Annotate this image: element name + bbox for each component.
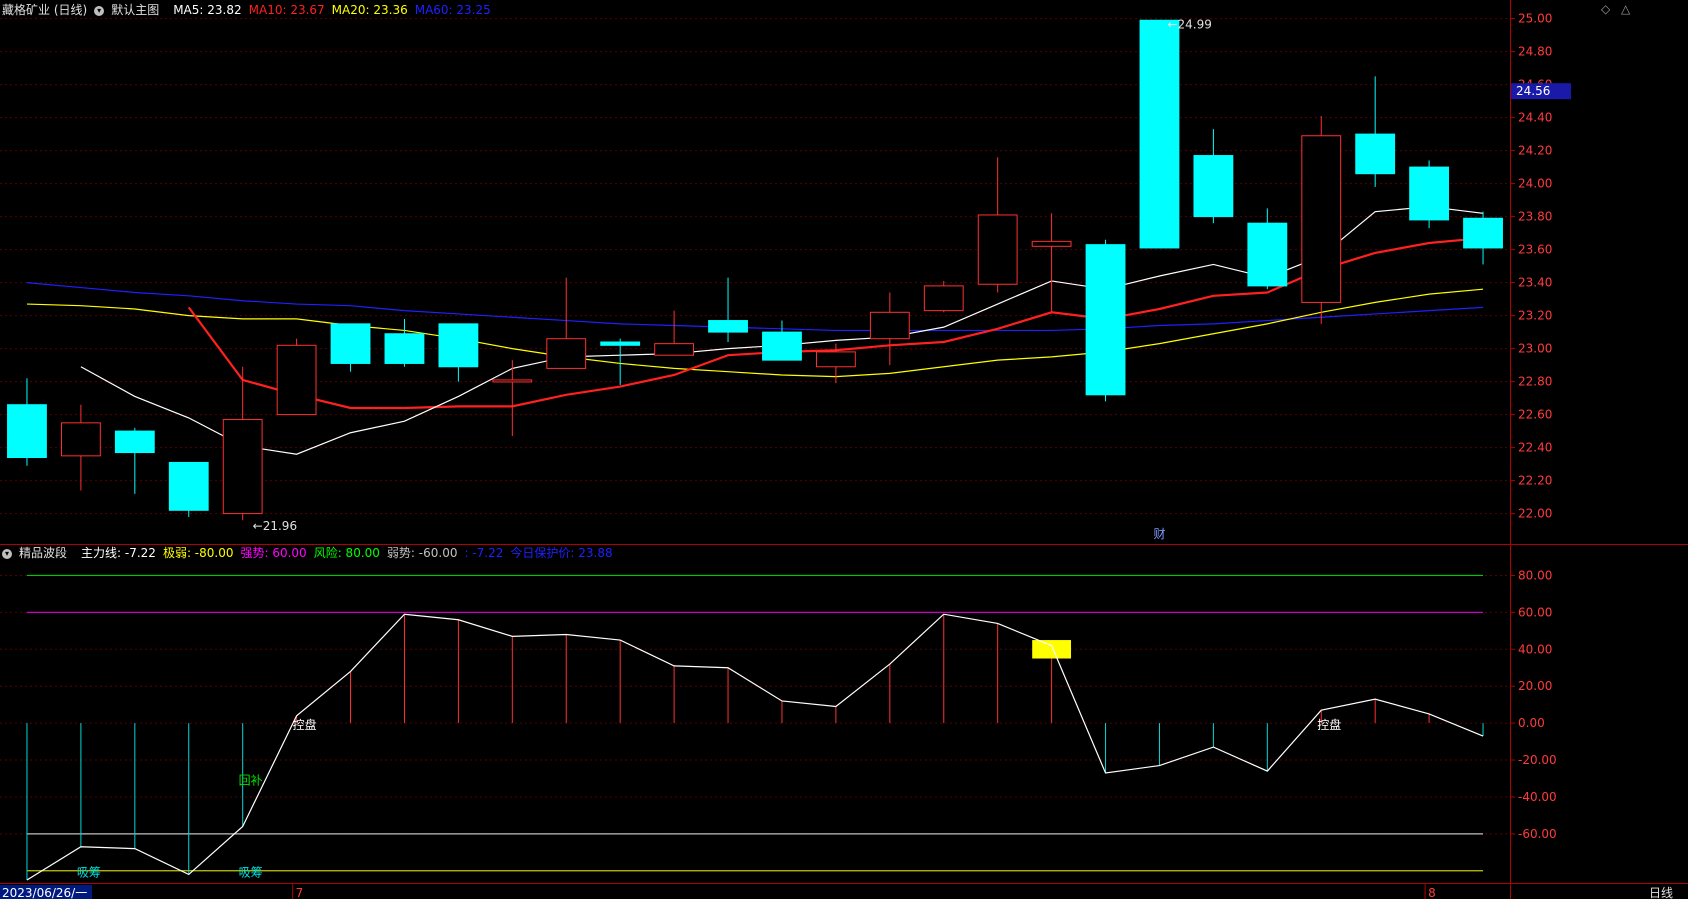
candle-body bbox=[654, 343, 695, 356]
candle-body bbox=[1247, 222, 1288, 287]
high-price-label: ←24.99 bbox=[1167, 17, 1211, 31]
ma-legend-item-3: MA60: 23.25 bbox=[414, 3, 491, 17]
candle-body bbox=[762, 331, 802, 361]
indicator-tick-label: 80.00 bbox=[1518, 568, 1552, 582]
candle-body bbox=[869, 311, 910, 340]
candle-body bbox=[1301, 135, 1342, 303]
candle-body bbox=[60, 422, 101, 457]
candle-body bbox=[438, 323, 479, 368]
indicator-legend: 主力线: -7.22 极弱: -80.00 强势: 60.00 风险: 80.00 弱势… bbox=[81, 546, 620, 560]
candle-body bbox=[546, 338, 587, 369]
indicator-tick-label: -60.00 bbox=[1518, 827, 1557, 841]
event-marker-label: 财 bbox=[1153, 527, 1165, 541]
chevron-down-icon[interactable]: ▾ bbox=[94, 5, 105, 16]
indicator-signal-label: 控盘 bbox=[293, 717, 317, 732]
candle-body bbox=[1193, 155, 1234, 218]
price-tick-label: 23.60 bbox=[1518, 243, 1552, 257]
price-tick-label: 22.80 bbox=[1518, 375, 1552, 389]
price-tick-label: 22.00 bbox=[1518, 507, 1552, 521]
indicator-menu-button[interactable]: ▾ 精品波段 bbox=[2, 546, 74, 560]
price-tick-label: 23.80 bbox=[1518, 210, 1552, 224]
candle-body bbox=[384, 333, 425, 364]
ma-legend-item-1: MA10: 23.67 bbox=[248, 3, 325, 17]
indicator-name: 精品波段 bbox=[19, 546, 68, 560]
ma-legend-item-0: MA5: 23.82 bbox=[173, 3, 242, 17]
candle-body bbox=[815, 351, 856, 368]
candle-body bbox=[168, 461, 209, 511]
price-tick-label: 24.40 bbox=[1518, 111, 1552, 125]
indicator-header: ▾ 精品波段 主力线: -7.22 极弱: -80.00 强势: 60.00 风险: 80… bbox=[2, 545, 627, 561]
ma-legend-item-2: MA20: 23.36 bbox=[331, 3, 408, 17]
indicator-legend-item-6: 今日保护价: 23.88 bbox=[510, 546, 613, 560]
indicator-tick-label: 0.00 bbox=[1518, 716, 1545, 730]
price-tick-label: 24.80 bbox=[1518, 45, 1552, 59]
indicator-signal-label: 回补 bbox=[239, 773, 263, 787]
indicator-legend-item-4: 弱势: -60.00 bbox=[386, 546, 458, 560]
indicator-main-line bbox=[26, 613, 1484, 881]
indicator-signal-label: 吸筹 bbox=[239, 866, 263, 880]
price-tick-label: 23.40 bbox=[1518, 276, 1552, 290]
triangle-up-icon[interactable]: △ bbox=[1621, 2, 1630, 16]
indicator-tick-label: 20.00 bbox=[1518, 679, 1552, 693]
indicator-highlight-block bbox=[1032, 640, 1072, 659]
price-tick-label: 25.00 bbox=[1518, 12, 1552, 26]
candle-body bbox=[222, 419, 263, 515]
price-tick-label: 23.20 bbox=[1518, 309, 1552, 323]
indicator-tick-label: -40.00 bbox=[1518, 790, 1557, 804]
chevron-down-icon[interactable]: ▾ bbox=[2, 548, 12, 559]
candle-body bbox=[708, 320, 748, 333]
main-chart-menu-button[interactable]: ▾ 默认主图 bbox=[94, 3, 166, 17]
stock-title[interactable]: 藏格矿业 (日线) bbox=[2, 3, 87, 17]
indicator-tick-label: 60.00 bbox=[1518, 605, 1552, 619]
candle-body bbox=[1085, 244, 1126, 396]
indicator-legend-item-2: 强势: 60.00 bbox=[240, 546, 307, 560]
candle-body bbox=[492, 379, 533, 383]
candle-body bbox=[1409, 166, 1450, 221]
candle-body bbox=[600, 341, 641, 346]
chart-canvas[interactable]: 25.0024.8024.6024.4024.2024.0023.8023.60… bbox=[0, 0, 1688, 899]
candle-body bbox=[7, 404, 47, 459]
main-chart-menu-label: 默认主图 bbox=[111, 3, 160, 17]
main-chart-header: 藏格矿业 (日线) ▾ 默认主图 MA5: 23.82 MA10: 23.67 MA20:… bbox=[2, 2, 505, 18]
price-tick-label: 22.40 bbox=[1518, 441, 1552, 455]
price-tick-label: 23.00 bbox=[1518, 342, 1552, 356]
indicator-legend-item-5: : -7.22 bbox=[464, 546, 504, 560]
candle-body bbox=[1139, 19, 1180, 249]
indicator-tick-label: -20.00 bbox=[1518, 753, 1557, 767]
period-label: 日线 bbox=[1649, 886, 1673, 899]
candle-body bbox=[977, 214, 1018, 285]
candle-body bbox=[114, 430, 155, 454]
ma20-line bbox=[26, 288, 1484, 378]
time-axis-label: 7 bbox=[296, 886, 304, 899]
time-axis-label: 8 bbox=[1428, 886, 1436, 899]
candle-body bbox=[330, 323, 371, 364]
candle-body bbox=[1463, 217, 1503, 249]
price-tick-label: 22.60 bbox=[1518, 408, 1552, 422]
candle-body bbox=[276, 344, 317, 416]
ma60-line bbox=[26, 282, 1484, 332]
indicator-legend-item-1: 极弱: -80.00 bbox=[162, 546, 234, 560]
diamond-icon[interactable]: ◇ bbox=[1601, 2, 1610, 16]
ma-legend: MA5: 23.82 MA10: 23.67 MA20: 23.36 MA60: 23… bbox=[173, 3, 498, 17]
indicator-legend-item-0: 主力线: -7.22 bbox=[81, 546, 156, 560]
price-tick-label: 24.20 bbox=[1518, 144, 1552, 158]
candle-body bbox=[1031, 240, 1072, 247]
indicator-tick-label: 40.00 bbox=[1518, 642, 1552, 656]
candle-body bbox=[1355, 133, 1396, 175]
low-price-label: ←21.96 bbox=[253, 519, 297, 533]
price-tick-label: 22.20 bbox=[1518, 474, 1552, 488]
price-tick-label: 24.00 bbox=[1518, 177, 1552, 191]
time-axis-label: 2023/06/26/一 bbox=[2, 886, 87, 899]
indicator-legend-item-3: 风险: 80.00 bbox=[313, 546, 380, 560]
indicator-signal-label: 吸筹 bbox=[77, 866, 101, 880]
indicator-signal-label: 控盘 bbox=[1317, 717, 1341, 732]
current-price-label: 24.56 bbox=[1516, 84, 1550, 98]
candle-body bbox=[923, 285, 964, 312]
